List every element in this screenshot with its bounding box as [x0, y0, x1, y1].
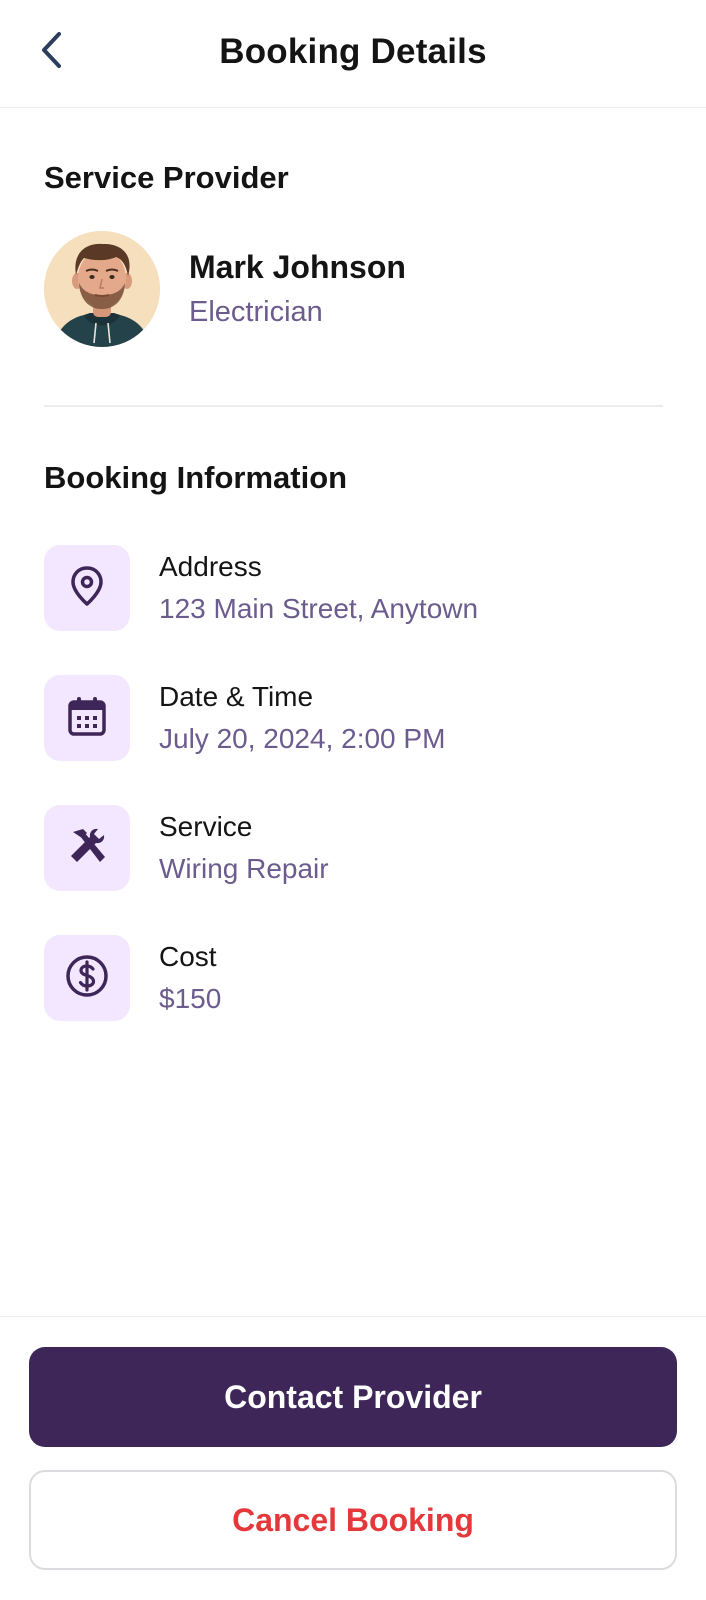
provider-card: Mark Johnson Electrician	[44, 231, 406, 347]
cost-text: Cost $150	[159, 939, 221, 1017]
address-icon-tile	[44, 545, 130, 631]
info-label: Service	[159, 811, 253, 842]
location-pin-icon	[67, 564, 107, 613]
service-icon-tile	[44, 805, 130, 891]
provider-name: Mark Johnson	[189, 249, 406, 285]
divider	[44, 405, 663, 407]
info-value: 123 Main Street, Anytown	[159, 593, 479, 624]
cancel-booking-button[interactable]: Cancel Booking	[29, 1470, 677, 1570]
dollar-icon	[64, 953, 110, 1004]
cost-icon-tile	[44, 935, 130, 1021]
contact-provider-button[interactable]: Contact Provider	[29, 1347, 677, 1447]
service-text: Service Wiring Repair	[159, 809, 329, 887]
info-row-service: Service Wiring Repair	[44, 805, 329, 891]
page-title: Booking Details	[219, 32, 487, 71]
address-text: Address 123 Main Street, Anytown	[159, 549, 478, 627]
info-value: $150	[159, 983, 222, 1014]
provider-role: Electrician	[189, 296, 323, 328]
avatar[interactable]	[44, 231, 160, 347]
info-value: July 20, 2024, 2:00 PM	[159, 723, 446, 754]
calendar-icon	[66, 694, 108, 743]
provider-info: Mark Johnson Electrician	[189, 247, 406, 331]
info-row-address: Address 123 Main Street, Anytown	[44, 545, 478, 631]
info-label: Date & Time	[159, 681, 314, 712]
info-row-date-time: Date & Time July 20, 2024, 2:00 PM	[44, 675, 445, 761]
tools-icon	[65, 824, 109, 873]
provider-section-title: Service Provider	[44, 160, 289, 195]
booking-section-title: Booking Information	[44, 460, 348, 495]
date-icon-tile	[44, 675, 130, 761]
info-label: Cost	[159, 941, 217, 972]
info-row-cost: Cost $150	[44, 935, 221, 1021]
info-value: Wiring Repair	[159, 853, 329, 884]
info-label: Address	[159, 551, 262, 582]
date-time-text: Date & Time July 20, 2024, 2:00 PM	[159, 679, 445, 757]
app-header: Booking Details	[0, 0, 706, 108]
